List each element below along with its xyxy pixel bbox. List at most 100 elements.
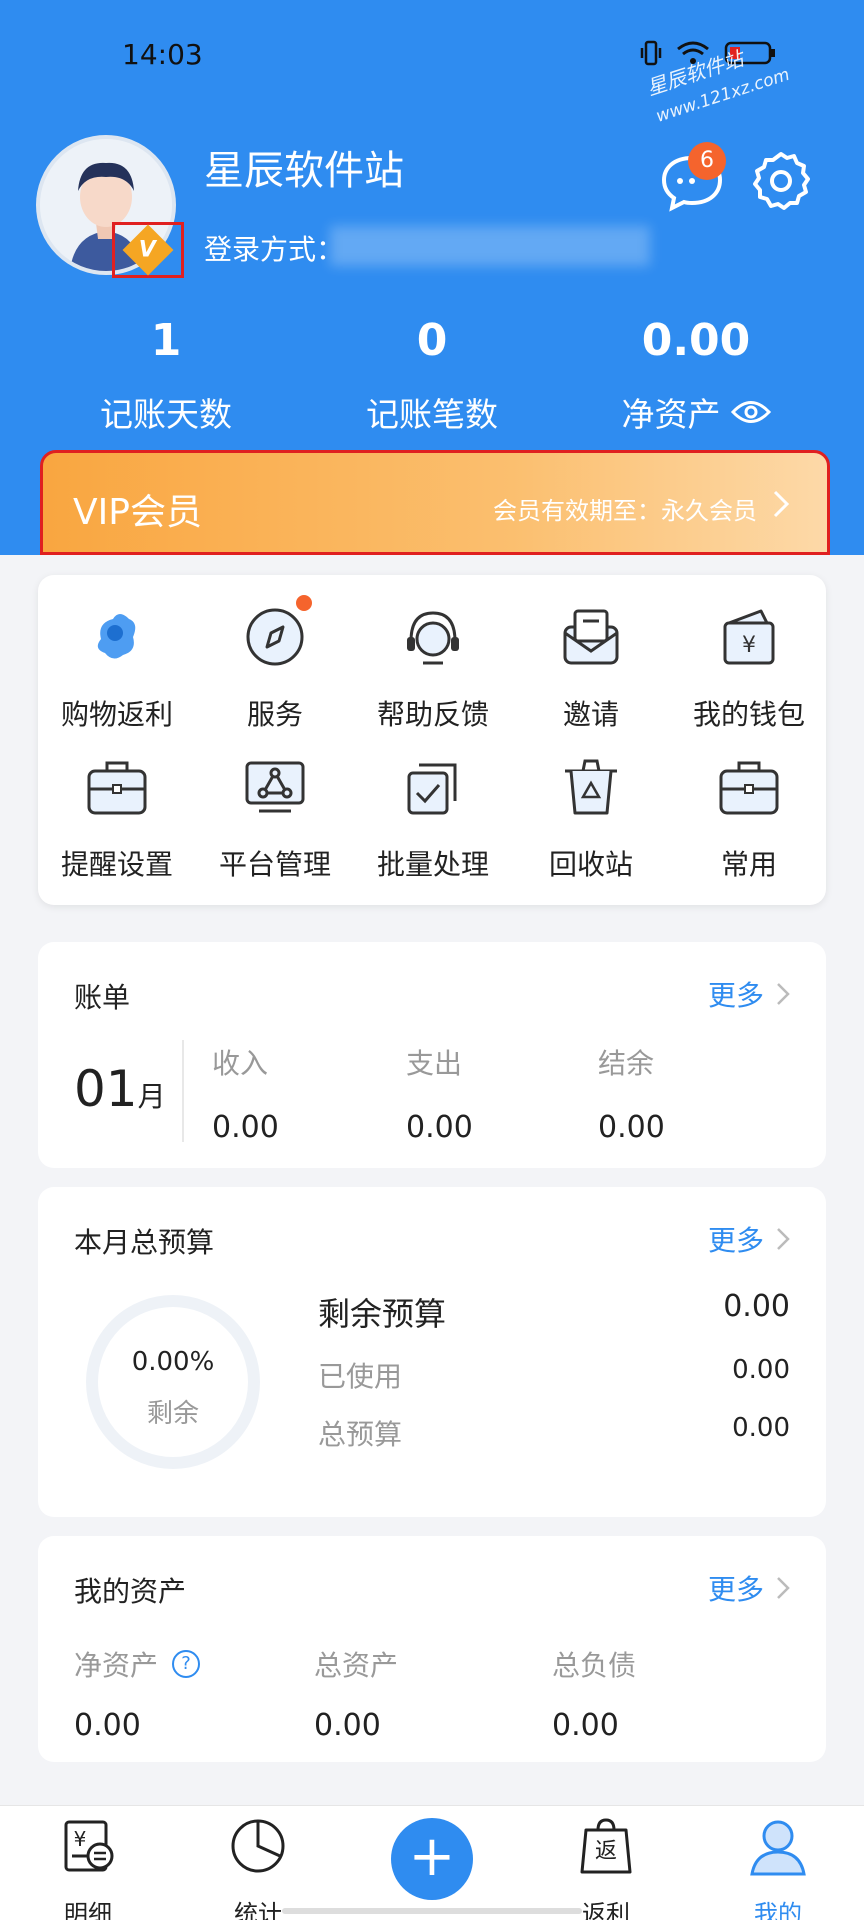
compass-icon — [246, 608, 304, 666]
budget-title: 本月总预算 — [74, 1226, 215, 1259]
more-label: 更多 — [707, 1573, 764, 1606]
envelope-icon — [563, 609, 619, 665]
grid-item-label: 回收站 — [548, 848, 633, 881]
asset-total: 总资产 0.00 — [314, 1644, 398, 1743]
bill-col-value: 0.00 — [212, 1110, 279, 1145]
user-icon — [750, 1820, 806, 1876]
briefcase-icon — [87, 761, 147, 815]
bottom-nav: ¥ 明细 统计 + 返 返利 我的 — [0, 1805, 864, 1920]
month-number: 01 — [74, 1060, 138, 1118]
stat-value: 1 — [150, 315, 182, 366]
budget-ring — [86, 1295, 260, 1469]
asset-col-header: 净资产 — [74, 1649, 159, 1682]
asset-col-header: 总负债 — [552, 1649, 637, 1682]
grid-item-invite[interactable]: 邀请 — [512, 605, 670, 733]
bill-card[interactable]: 账单 更多 01月 收入 0.00 支出 0.00 结余 0.00 — [38, 942, 826, 1168]
budget-row-total: 总预算 0.00 — [318, 1413, 790, 1453]
budget-row-label: 剩余预算 — [318, 1295, 447, 1333]
grid-item-label: 提醒设置 — [60, 848, 173, 881]
grid-item-my-wallet[interactable]: ¥ 我的钱包 — [670, 605, 828, 733]
login-method-label: 登录方式： — [204, 233, 345, 266]
budget-row-value: 0.00 — [723, 1289, 790, 1324]
grid-item-recycle-bin[interactable]: 回收站 — [512, 755, 670, 883]
platform-icon — [245, 761, 305, 813]
asset-col-value: 0.00 — [552, 1708, 619, 1743]
grid-item-platform-management[interactable]: 平台管理 — [196, 755, 354, 883]
bill-balance: 结余 0.00 — [598, 1042, 665, 1145]
vip-membership-banner[interactable]: VIP会员 会员有效期至：永久会员 — [40, 450, 830, 555]
chevron-right-icon — [777, 1577, 790, 1599]
asset-col-header: 总资产 — [314, 1649, 399, 1682]
batch-check-icon — [407, 763, 457, 815]
nav-statistics[interactable]: 统计 — [198, 1816, 318, 1920]
assets-more-link[interactable]: 更多 — [708, 1568, 792, 1608]
bill-more-link[interactable]: 更多 — [708, 974, 792, 1014]
grid-item-service[interactable]: 服务 — [196, 605, 354, 733]
feature-grid: 购物返利 服务 帮助反馈 邀请 ¥ 我的钱包 提醒设置 平台管理 批量处理 回收… — [38, 575, 826, 905]
add-record-button[interactable]: + — [391, 1818, 473, 1900]
assets-title: 我的资产 — [74, 1575, 187, 1608]
grid-item-common[interactable]: 常用 — [670, 755, 828, 883]
status-time: 14:03 — [122, 38, 203, 71]
grid-item-label: 邀请 — [562, 698, 619, 731]
budget-ring-percent: 0.00% — [131, 1347, 215, 1377]
vip-badge-letter: V — [139, 237, 157, 263]
pie-chart-icon — [231, 1819, 285, 1873]
profile-header: 14:03 星辰软件站 www.121xz.com V 星辰软件站 登录方式： … — [0, 0, 864, 555]
username: 星辰软件站 — [204, 148, 404, 194]
nav-label: 我的 — [754, 1900, 802, 1920]
asset-net: 净资产? 0.00 — [74, 1644, 201, 1743]
assets-card[interactable]: 我的资产 更多 净资产? 0.00 总资产 0.00 总负债 0.00 — [38, 1536, 826, 1762]
shopping-rebate-icon — [97, 614, 136, 659]
stat-bookkeeping-entries[interactable]: 0 记账笔数 — [312, 315, 552, 436]
grid-item-reminder-settings[interactable]: 提醒设置 — [38, 755, 196, 883]
grid-item-label: 我的钱包 — [692, 698, 805, 731]
grid-item-batch-processing[interactable]: 批量处理 — [354, 755, 512, 883]
nav-mine[interactable]: 我的 — [718, 1816, 838, 1920]
stat-label: 净资产 — [621, 395, 721, 434]
nav-rebate[interactable]: 返 返利 — [546, 1816, 666, 1920]
message-count-badge: 6 — [688, 142, 726, 180]
budget-row-value: 0.00 — [732, 1355, 790, 1385]
grid-item-label: 帮助反馈 — [376, 698, 489, 731]
nav-details[interactable]: ¥ 明细 — [28, 1816, 148, 1920]
stat-value: 0 — [416, 315, 448, 366]
grid-item-label: 服务 — [246, 698, 303, 731]
vip-title: VIP会员 — [73, 492, 202, 533]
grid-item-label: 批量处理 — [376, 848, 489, 881]
bill-col-header: 支出 — [406, 1047, 463, 1080]
asset-col-value: 0.00 — [314, 1708, 381, 1743]
notification-dot — [296, 595, 312, 611]
budget-row-label: 已使用 — [318, 1360, 403, 1393]
grid-item-help-feedback[interactable]: 帮助反馈 — [354, 605, 512, 733]
more-label: 更多 — [707, 979, 764, 1012]
nav-label: 明细 — [64, 1900, 112, 1920]
budget-more-link[interactable]: 更多 — [708, 1219, 792, 1259]
settings-button[interactable] — [750, 150, 812, 212]
stat-bookkeeping-days[interactable]: 1 记账天数 — [46, 315, 286, 436]
month-unit: 月 — [137, 1080, 166, 1113]
svg-text:¥: ¥ — [74, 1827, 87, 1851]
bill-col-value: 0.00 — [406, 1110, 473, 1145]
bill-income: 收入 0.00 — [212, 1042, 279, 1145]
ledger-icon: ¥ — [64, 1820, 114, 1872]
help-icon[interactable]: ? — [172, 1650, 201, 1678]
more-label: 更多 — [707, 1224, 764, 1257]
nav-label: 统计 — [234, 1900, 282, 1920]
budget-card[interactable]: 本月总预算 更多 0.00% 剩余 剩余预算 0.00 已使用 0.00 总预算… — [38, 1187, 826, 1517]
vibrate-icon — [640, 40, 662, 66]
bill-title: 账单 — [74, 981, 131, 1014]
briefcase-icon — [719, 761, 779, 815]
asset-liabilities: 总负债 0.00 — [552, 1644, 636, 1743]
nav-label: 返利 — [582, 1900, 630, 1920]
wallet-icon: ¥ — [723, 609, 775, 665]
grid-item-shopping-rebate[interactable]: 购物返利 — [38, 605, 196, 733]
eye-icon[interactable] — [730, 399, 771, 425]
stat-net-assets[interactable]: 0.00 净资产 — [576, 315, 816, 436]
vip-badge: V — [112, 222, 184, 278]
grid-item-label: 平台管理 — [218, 848, 331, 881]
vip-diamond-icon: V — [122, 224, 174, 276]
grid-item-label: 购物返利 — [60, 698, 173, 731]
chevron-right-icon — [777, 983, 790, 1005]
bill-col-header: 结余 — [598, 1047, 655, 1080]
